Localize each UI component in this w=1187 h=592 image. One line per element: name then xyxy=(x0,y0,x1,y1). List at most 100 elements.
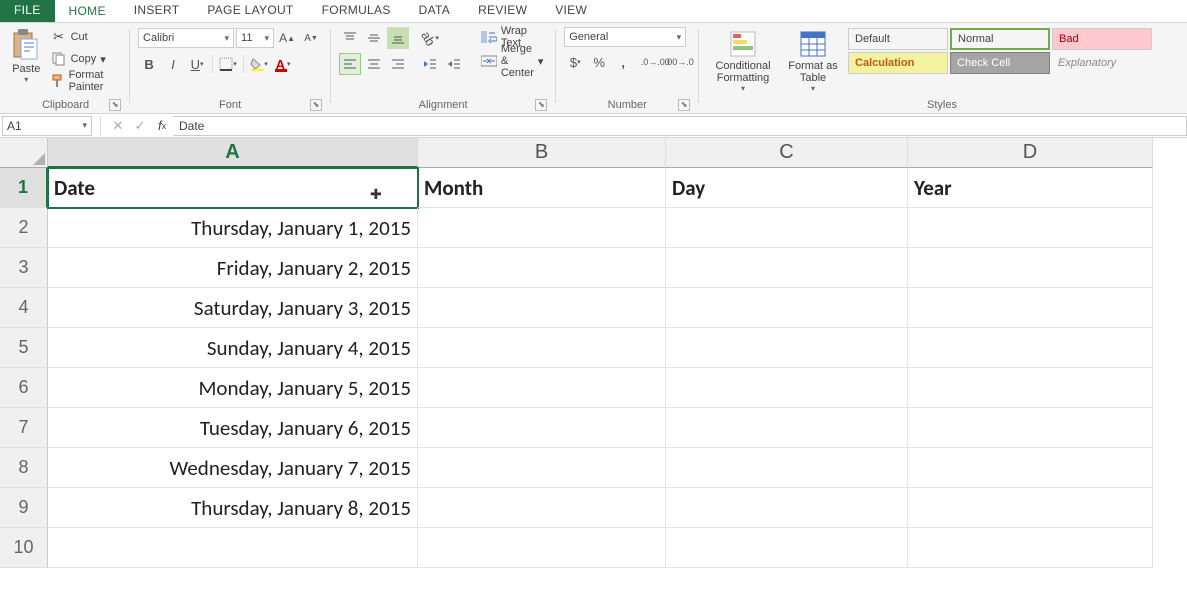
cell-D1[interactable]: Year xyxy=(908,168,1153,208)
cell-A4[interactable]: Saturday, January 3, 2015 xyxy=(48,288,418,328)
borders-button[interactable]: ▾ xyxy=(217,53,239,75)
tab-formulas[interactable]: FORMULAS xyxy=(308,0,405,22)
row-header[interactable]: 7 xyxy=(0,408,48,448)
align-top-icon[interactable] xyxy=(339,27,361,49)
dialog-launcher-icon[interactable]: ⬊ xyxy=(678,99,690,111)
format-painter-button[interactable]: Format Painter xyxy=(47,71,122,91)
cell-B3[interactable] xyxy=(418,248,666,288)
cell-D5[interactable] xyxy=(908,328,1153,368)
increase-indent-icon[interactable] xyxy=(443,53,465,75)
increase-decimal-icon[interactable]: .0→.00 xyxy=(644,51,666,73)
decrease-font-icon[interactable]: A▼ xyxy=(300,27,322,49)
tab-page-layout[interactable]: PAGE LAYOUT xyxy=(193,0,307,22)
align-center-icon[interactable] xyxy=(363,53,385,75)
cell-B8[interactable] xyxy=(418,448,666,488)
cell-A9[interactable]: Thursday, January 8, 2015 xyxy=(48,488,418,528)
copy-button[interactable]: Copy ▾ xyxy=(47,49,122,69)
font-name-select[interactable]: Calibri xyxy=(138,28,234,48)
cell-B2[interactable] xyxy=(418,208,666,248)
tab-insert[interactable]: INSERT xyxy=(120,0,194,22)
align-bottom-icon[interactable] xyxy=(387,27,409,49)
font-color-button[interactable]: A ▾ xyxy=(272,53,294,75)
currency-button[interactable]: $▾ xyxy=(564,51,586,73)
row-header[interactable]: 8 xyxy=(0,448,48,488)
cell-C2[interactable] xyxy=(666,208,908,248)
cell-B10[interactable] xyxy=(418,528,666,568)
bold-button[interactable]: B xyxy=(138,53,160,75)
col-header[interactable]: C xyxy=(666,138,908,168)
cell-A7[interactable]: Tuesday, January 6, 2015 xyxy=(48,408,418,448)
cell-A3[interactable]: Friday, January 2, 2015 xyxy=(48,248,418,288)
tab-file[interactable]: FILE xyxy=(0,0,55,22)
name-box[interactable]: A1 xyxy=(2,116,92,136)
cell-C7[interactable] xyxy=(666,408,908,448)
italic-button[interactable]: I xyxy=(162,53,184,75)
align-left-icon[interactable] xyxy=(339,53,361,75)
row-header[interactable]: 9 xyxy=(0,488,48,528)
cell-C9[interactable] xyxy=(666,488,908,528)
dialog-launcher-icon[interactable]: ⬊ xyxy=(310,99,322,111)
decrease-decimal-icon[interactable]: .00→.0 xyxy=(668,51,690,73)
cell-C8[interactable] xyxy=(666,448,908,488)
style-calculation[interactable]: Calculation xyxy=(848,52,948,74)
cell-C5[interactable] xyxy=(666,328,908,368)
orientation-icon[interactable]: ab▾ xyxy=(419,27,441,49)
tab-review[interactable]: REVIEW xyxy=(464,0,541,22)
cell-C1[interactable]: Day xyxy=(666,168,908,208)
dialog-launcher-icon[interactable]: ⬊ xyxy=(109,99,121,111)
fx-icon[interactable]: fx xyxy=(151,116,173,136)
font-size-select[interactable]: 11 xyxy=(236,28,274,48)
cell-A10[interactable] xyxy=(48,528,418,568)
cell-D6[interactable] xyxy=(908,368,1153,408)
merge-center-button[interactable]: Merge & Center ▾ xyxy=(477,51,548,71)
row-header[interactable]: 3 xyxy=(0,248,48,288)
dialog-launcher-icon[interactable]: ⬊ xyxy=(535,99,547,111)
tab-data[interactable]: DATA xyxy=(405,0,464,22)
conditional-formatting-button[interactable]: Conditional Formatting▾ xyxy=(707,27,779,93)
cell-D3[interactable] xyxy=(908,248,1153,288)
row-header[interactable]: 1 xyxy=(0,168,48,208)
align-middle-icon[interactable] xyxy=(363,27,385,49)
decrease-indent-icon[interactable] xyxy=(419,53,441,75)
tab-home[interactable]: HOME xyxy=(55,0,120,22)
cut-button[interactable]: ✂ Cut xyxy=(47,27,122,47)
select-all-corner[interactable] xyxy=(0,138,48,168)
cell-B5[interactable] xyxy=(418,328,666,368)
percent-button[interactable]: % xyxy=(588,51,610,73)
underline-button[interactable]: U▾ xyxy=(186,53,208,75)
formula-input[interactable]: Date xyxy=(173,116,1187,136)
col-header[interactable]: B xyxy=(418,138,666,168)
cell-A5[interactable]: Sunday, January 4, 2015 xyxy=(48,328,418,368)
style-bad[interactable]: Bad xyxy=(1052,28,1152,50)
cell-B9[interactable] xyxy=(418,488,666,528)
row-header[interactable]: 2 xyxy=(0,208,48,248)
cell-C3[interactable] xyxy=(666,248,908,288)
cell-D10[interactable] xyxy=(908,528,1153,568)
cell-B7[interactable] xyxy=(418,408,666,448)
increase-font-icon[interactable]: A▲ xyxy=(276,27,298,49)
enter-formula-icon[interactable]: ✓ xyxy=(129,116,151,136)
cell-A2[interactable]: Thursday, January 1, 2015 xyxy=(48,208,418,248)
style-default[interactable]: Default xyxy=(848,28,948,50)
row-header[interactable]: 6 xyxy=(0,368,48,408)
cell-D4[interactable] xyxy=(908,288,1153,328)
cell-B6[interactable] xyxy=(418,368,666,408)
cell-B4[interactable] xyxy=(418,288,666,328)
row-header[interactable]: 4 xyxy=(0,288,48,328)
row-header[interactable]: 10 xyxy=(0,528,48,568)
cell-A1[interactable]: Date xyxy=(48,168,418,208)
style-explanatory[interactable]: Explanatory xyxy=(1052,52,1152,74)
cell-C6[interactable] xyxy=(666,368,908,408)
cell-C4[interactable] xyxy=(666,288,908,328)
cell-A6[interactable]: Monday, January 5, 2015 xyxy=(48,368,418,408)
cell-A8[interactable]: Wednesday, January 7, 2015 xyxy=(48,448,418,488)
paste-button[interactable]: Paste ▾ xyxy=(10,27,43,93)
comma-button[interactable]: , xyxy=(612,51,634,73)
cell-C10[interactable] xyxy=(666,528,908,568)
cell-D2[interactable] xyxy=(908,208,1153,248)
align-right-icon[interactable] xyxy=(387,53,409,75)
fill-color-button[interactable]: ▾ xyxy=(248,53,270,75)
cell-D9[interactable] xyxy=(908,488,1153,528)
style-normal[interactable]: Normal xyxy=(950,28,1050,50)
col-header[interactable]: D xyxy=(908,138,1153,168)
